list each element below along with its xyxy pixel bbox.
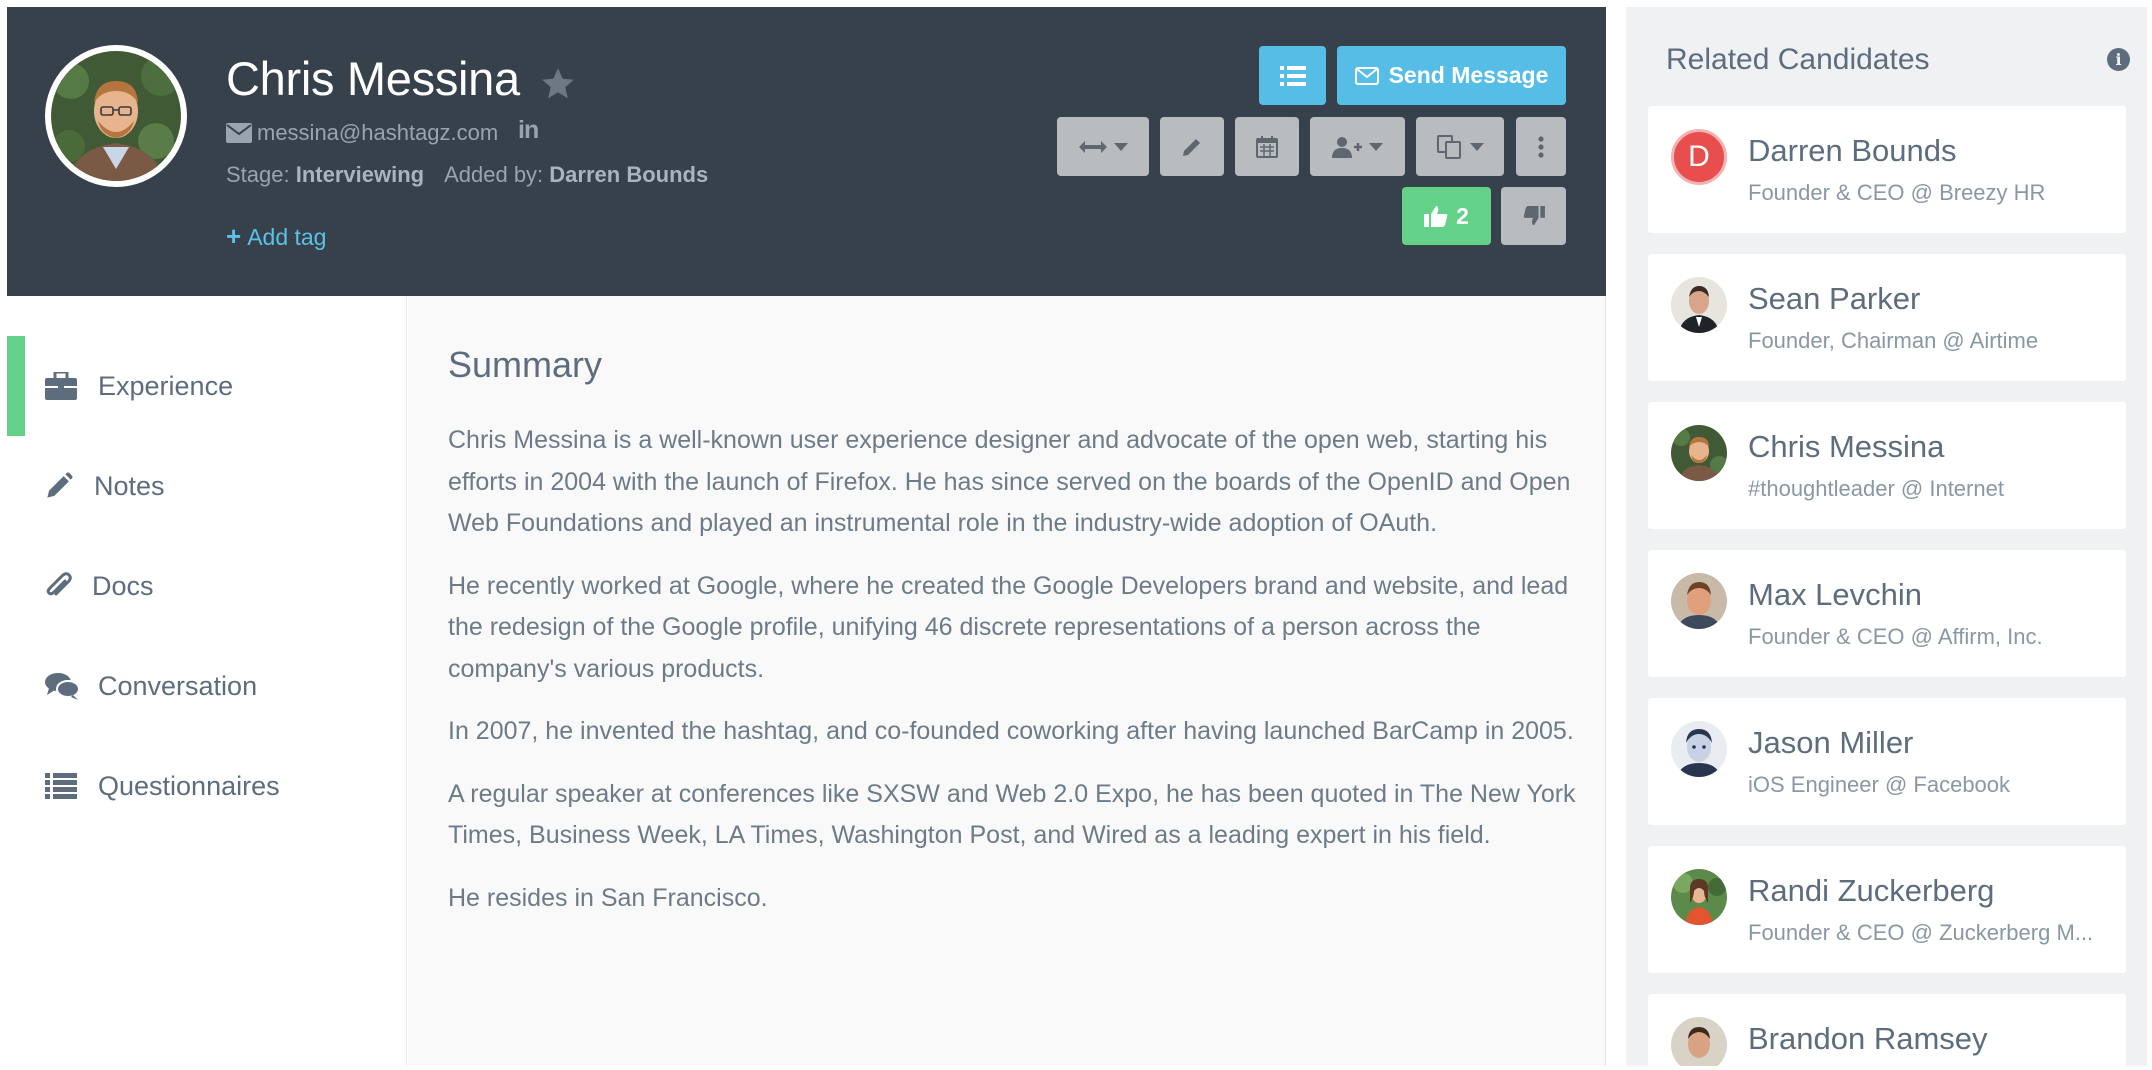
related-candidate-name: Chris Messina: [1748, 429, 1945, 464]
candidate-meta: Stage: Interviewing Added by: Darren Boun…: [226, 162, 708, 188]
avatar: [1671, 277, 1727, 333]
avatar: [1671, 573, 1727, 629]
related-candidate-name: Sean Parker: [1748, 281, 1921, 316]
envelope-icon: [226, 123, 252, 143]
schedule-button[interactable]: [1235, 117, 1299, 176]
nav-item-questionnaires[interactable]: Questionnaires: [7, 736, 407, 836]
pencil-icon: [47, 472, 73, 498]
move-stage-button[interactable]: [1057, 117, 1149, 176]
summary-title: Summary: [448, 344, 603, 385]
related-candidate-card[interactable]: Jason Miller iOS Engineer @ Facebook: [1648, 698, 2126, 825]
nav-item-notes[interactable]: Notes: [7, 436, 407, 536]
chevron-down-icon: [1469, 142, 1484, 151]
copy-button[interactable]: [1416, 117, 1504, 176]
chevron-down-icon: [1369, 142, 1383, 151]
thumbs-up-icon: [1424, 206, 1448, 227]
summary-body: Chris Messina is a well-known user exper…: [448, 420, 1578, 940]
comments-icon: [45, 673, 79, 700]
profile-nav: Experience Notes Docs Conversation Quest…: [7, 296, 407, 1066]
vertical-ellipsis-icon: [1538, 135, 1544, 158]
avatar: [1671, 1017, 1727, 1066]
stage-label: Stage:: [226, 162, 290, 187]
summary-paragraph: He recently worked at Google, where he c…: [448, 571, 1569, 683]
summary-paragraph: In 2007, he invented the hashtag, and co…: [448, 717, 1574, 745]
arrows-horizontal-icon: [1078, 140, 1107, 153]
pencil-icon: [1183, 138, 1200, 156]
candidate-header: Chris Messina messina@hashtagz.com in St…: [7, 7, 1606, 296]
stage-value: Interviewing: [295, 162, 425, 187]
related-candidate-card[interactable]: Max Levchin Founder & CEO @ Affirm, Inc.: [1648, 550, 2126, 677]
related-candidate-name: Randi Zuckerberg: [1748, 873, 1995, 908]
candidate-avatar: [45, 45, 187, 187]
avatar: [1671, 425, 1727, 481]
related-candidate-name: Jason Miller: [1748, 725, 1914, 760]
avatar: [1671, 721, 1727, 777]
list-icon: [1279, 65, 1306, 86]
summary-paragraph: Chris Messina is a well-known user exper…: [448, 426, 1571, 537]
info-icon[interactable]: i: [2107, 48, 2130, 71]
active-indicator: [7, 336, 25, 436]
summary-paragraph: A regular speaker at conferences like SX…: [448, 779, 1576, 850]
related-candidate-card[interactable]: Randi Zuckerberg Founder & CEO @ Zuckerb…: [1648, 846, 2126, 973]
add-tag-label: Add tag: [247, 224, 327, 250]
related-candidate-title: Founder & CEO @ Zuckerberg M...: [1748, 920, 2094, 945]
upvote-count: 2: [1456, 202, 1469, 229]
avatar: [1671, 869, 1727, 925]
candidate-name: Chris Messina: [226, 52, 520, 105]
assign-user-button[interactable]: [1310, 117, 1405, 176]
nav-item-label: Conversation: [98, 670, 258, 701]
nav-item-label: Docs: [92, 570, 154, 601]
star-icon[interactable]: [539, 65, 577, 103]
related-candidate-card[interactable]: Brandon Ramsey: [1648, 994, 2126, 1066]
added-by-value: Darren Bounds: [549, 162, 709, 187]
related-candidate-card[interactable]: Sean Parker Founder, Chairman @ Airtime: [1648, 254, 2126, 381]
related-candidate-card[interactable]: D Darren Bounds Founder & CEO @ Breezy H…: [1648, 106, 2126, 233]
list-view-button[interactable]: [1259, 46, 1326, 105]
related-candidates-panel: Related Candidates i D Darren Bounds Fou…: [1626, 7, 2147, 1066]
paperclip-icon: [46, 572, 72, 596]
more-options-button[interactable]: [1516, 117, 1566, 176]
copy-icon: [1436, 134, 1461, 159]
nav-item-experience[interactable]: Experience: [7, 336, 407, 436]
related-candidate-card[interactable]: Chris Messina #thoughtleader @ Internet: [1648, 402, 2126, 529]
add-user-icon: [1332, 136, 1362, 158]
nav-item-label: Questionnaires: [98, 770, 280, 801]
nav-item-docs[interactable]: Docs: [7, 536, 407, 636]
related-candidate-title: Founder, Chairman @ Airtime: [1748, 328, 2039, 353]
nav-item-label: Experience: [98, 370, 234, 401]
related-candidate-title: #thoughtleader @ Internet: [1748, 476, 2004, 501]
briefcase-icon: [45, 372, 77, 400]
thumbs-down-icon: [1523, 206, 1545, 226]
related-candidate-name: Max Levchin: [1748, 577, 1923, 612]
envelope-icon: [1354, 66, 1379, 85]
related-candidate-name: Brandon Ramsey: [1748, 1021, 1988, 1056]
related-candidate-title: iOS Engineer @ Facebook: [1748, 772, 2011, 797]
related-candidates-title: Related Candidates: [1666, 43, 1930, 76]
summary-panel: Summary Chris Messina is a well-known us…: [408, 296, 1606, 1066]
thumbs-down-button[interactable]: [1501, 187, 1566, 245]
related-candidate-title: Founder & CEO @ Breezy HR: [1748, 180, 2046, 205]
added-by-label: Added by:: [444, 162, 544, 187]
send-message-button[interactable]: Send Message: [1337, 46, 1566, 105]
nav-item-conversation[interactable]: Conversation: [7, 636, 407, 736]
plus-icon: +: [226, 221, 242, 251]
related-candidate-name: Darren Bounds: [1748, 133, 1957, 168]
avatar: D: [1671, 129, 1727, 185]
send-message-label: Send Message: [1388, 62, 1549, 88]
nav-item-label: Notes: [94, 470, 165, 501]
edit-button[interactable]: [1160, 117, 1224, 176]
calendar-icon: [1256, 135, 1278, 158]
add-tag-link[interactable]: + Add tag: [226, 221, 326, 252]
list-icon: [45, 773, 77, 799]
chevron-down-icon: [1113, 142, 1128, 151]
linkedin-icon[interactable]: in: [518, 116, 539, 145]
thumbs-up-button[interactable]: 2: [1402, 187, 1491, 245]
summary-paragraph: He resides in San Francisco.: [448, 883, 768, 912]
candidate-email[interactable]: messina@hashtagz.com: [257, 120, 498, 146]
related-candidate-title: Founder & CEO @ Affirm, Inc.: [1748, 624, 2043, 649]
